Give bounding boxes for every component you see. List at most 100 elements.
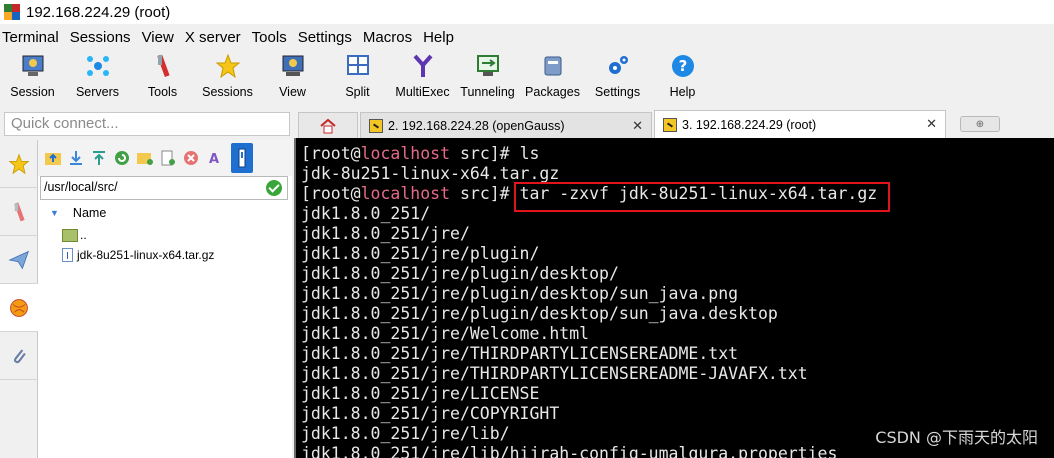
path-ok-icon[interactable] bbox=[266, 180, 282, 196]
sftp-path-text: /usr/local/src/ bbox=[44, 180, 118, 194]
menu-settings[interactable]: Settings bbox=[296, 29, 361, 46]
new-file-icon bbox=[161, 150, 175, 166]
settings-icon bbox=[608, 56, 628, 74]
terminal-output-line: jdk1.8.0_251/jre/LICENSE bbox=[301, 384, 540, 403]
delete-button[interactable] bbox=[182, 149, 200, 167]
home-icon bbox=[320, 118, 336, 133]
terminal-line: [root@localhost src]# ls bbox=[301, 144, 540, 163]
name-column-header[interactable]: ▼ Name bbox=[50, 206, 106, 220]
title-bar: 192.168.224.29 (root) bbox=[0, 0, 1054, 24]
sidebar-tab-sftp[interactable] bbox=[0, 236, 38, 284]
new-file-button[interactable] bbox=[159, 149, 177, 167]
menu-macros[interactable]: Macros bbox=[361, 29, 421, 46]
terminal-output-line: jdk1.8.0_251/jre/plugin/desktop/ bbox=[301, 264, 619, 283]
name-column-label: Name bbox=[72, 206, 107, 220]
upload-button[interactable] bbox=[90, 149, 108, 167]
session-button[interactable]: Session bbox=[0, 50, 65, 102]
tab-session-3[interactable]: 3. 192.168.224.29 (root) ✕ bbox=[654, 110, 946, 138]
sidebar-tab-globe[interactable] bbox=[0, 284, 38, 332]
help-label: Help bbox=[669, 85, 696, 99]
window-title: 192.168.224.29 (root) bbox=[26, 3, 171, 21]
menu-tools[interactable]: Tools bbox=[250, 29, 296, 46]
file-name: .. bbox=[80, 228, 87, 242]
settings-button[interactable]: Settings bbox=[585, 50, 650, 102]
paperclip-icon bbox=[13, 348, 26, 363]
multiexec-button[interactable]: MultiExec bbox=[390, 50, 455, 102]
help-button[interactable]: ? Help bbox=[650, 50, 715, 102]
tab-session-2[interactable]: 2. 192.168.224.28 (openGauss) ✕ bbox=[360, 112, 652, 138]
menu-view[interactable]: View bbox=[140, 29, 183, 46]
watermark: CSDN @下雨天的太阳 bbox=[875, 428, 1038, 447]
tab-session-2-label: 2. 192.168.224.28 (openGauss) bbox=[388, 118, 565, 133]
command-highlight-box bbox=[514, 182, 890, 212]
split-label: Split bbox=[345, 85, 370, 99]
tunneling-button[interactable]: Tunneling bbox=[455, 50, 520, 102]
sessions-label: Sessions bbox=[202, 85, 253, 99]
follow-terminal-button[interactable] bbox=[231, 143, 253, 173]
terminal-view[interactable]: [root@localhost src]# ls jdk-8u251-linux… bbox=[294, 138, 1054, 458]
tunneling-icon bbox=[476, 55, 499, 76]
menu-help[interactable]: Help bbox=[421, 29, 463, 46]
tools-button[interactable]: Tools bbox=[130, 50, 195, 102]
home-tab[interactable] bbox=[298, 112, 358, 138]
view-icon bbox=[282, 55, 303, 76]
rename-button[interactable]: A bbox=[205, 149, 223, 167]
multiexec-icon bbox=[413, 54, 432, 77]
close-icon[interactable]: ✕ bbox=[632, 118, 643, 134]
tunneling-label: Tunneling bbox=[460, 85, 515, 99]
new-folder-button[interactable] bbox=[136, 149, 154, 167]
tab-session-3-label: 3. 192.168.224.29 (root) bbox=[682, 117, 817, 132]
tools-icon bbox=[14, 201, 25, 221]
star-icon bbox=[8, 152, 30, 174]
sidebar-tab-tools[interactable] bbox=[0, 188, 38, 236]
sessions-button[interactable]: Sessions bbox=[195, 50, 260, 102]
terminal-line: jdk-8u251-linux-x64.tar.gz bbox=[301, 164, 560, 183]
terminal-tab-icon bbox=[369, 118, 383, 133]
terminal-output-line: jdk1.8.0_251/jre/plugin/desktop/sun_java… bbox=[301, 304, 778, 323]
rename-icon: A bbox=[209, 152, 219, 166]
sftp-panel: A /usr/local/src/ ▼ Name .. jdk-8u251-li… bbox=[38, 140, 292, 458]
session-tabs: 2. 192.168.224.28 (openGauss) ✕ 3. 192.1… bbox=[298, 110, 1000, 138]
session-icon bbox=[22, 55, 43, 76]
globe-icon bbox=[10, 298, 28, 317]
file-name: jdk-8u251-linux-x64.tar.gz bbox=[77, 248, 215, 262]
new-tab-button[interactable]: ⊕ bbox=[960, 116, 1000, 132]
sidebar-tab-sessions[interactable] bbox=[0, 140, 38, 188]
packages-icon bbox=[544, 56, 561, 76]
mobaxterm-logo-icon bbox=[4, 4, 20, 20]
menu-terminal[interactable]: Terminal bbox=[0, 29, 68, 46]
sidebar-tab-strip bbox=[0, 140, 38, 458]
terminal-follow-icon bbox=[238, 148, 246, 168]
sidebar-tab-attachments[interactable] bbox=[0, 332, 38, 380]
download-button[interactable] bbox=[67, 149, 85, 167]
servers-button[interactable]: Servers bbox=[65, 50, 130, 102]
main-toolbar: Session Servers Tools Sessions View Spli… bbox=[0, 50, 715, 102]
split-button[interactable]: Split bbox=[325, 50, 390, 102]
multiexec-label: MultiExec bbox=[395, 85, 450, 99]
list-item[interactable]: .. bbox=[62, 226, 87, 244]
help-icon: ? bbox=[671, 55, 694, 77]
file-icon bbox=[62, 248, 73, 262]
refresh-button[interactable] bbox=[113, 149, 131, 167]
svg-text:?: ? bbox=[678, 57, 687, 75]
terminal-output-line: jdk1.8.0_251/jre/plugin/ bbox=[301, 244, 540, 263]
parent-folder-icon bbox=[62, 228, 78, 242]
menu-sessions[interactable]: Sessions bbox=[68, 29, 140, 46]
paper-plane-icon bbox=[8, 250, 30, 269]
view-button[interactable]: View bbox=[260, 50, 325, 102]
quick-connect-input[interactable]: Quick connect... bbox=[4, 112, 290, 136]
close-icon[interactable]: ✕ bbox=[926, 116, 937, 132]
terminal-output-line: jdk1.8.0_251/jre/THIRDPARTYLICENSEREADME… bbox=[301, 344, 739, 363]
download-icon bbox=[70, 151, 82, 165]
packages-button[interactable]: Packages bbox=[520, 50, 585, 102]
terminal-output-line: jdk1.8.0_251/jre/ bbox=[301, 224, 470, 243]
svg-text:A: A bbox=[209, 152, 219, 166]
sftp-toolbar: A bbox=[38, 140, 292, 176]
sort-arrow-icon: ▼ bbox=[50, 208, 59, 218]
terminal-output-line: jdk1.8.0_251/jre/THIRDPARTYLICENSEREADME… bbox=[301, 364, 808, 383]
list-item[interactable]: jdk-8u251-linux-x64.tar.gz bbox=[62, 246, 214, 264]
sftp-path-field[interactable]: /usr/local/src/ bbox=[40, 176, 288, 200]
parent-folder-button[interactable] bbox=[44, 149, 62, 167]
menu-x-server[interactable]: X server bbox=[183, 29, 250, 46]
tools-label: Tools bbox=[147, 85, 178, 99]
